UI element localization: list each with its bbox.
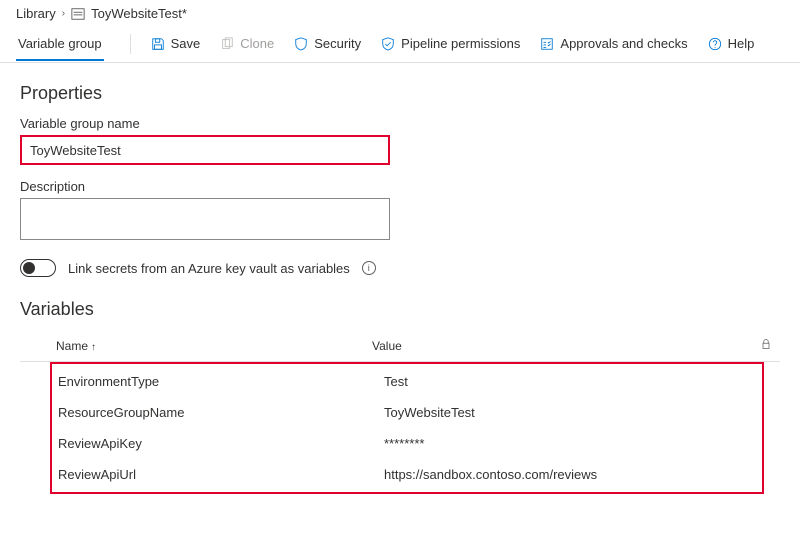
variable-group-icon <box>71 7 85 21</box>
info-icon[interactable]: i <box>362 261 376 275</box>
link-keyvault-label: Link secrets from an Azure key vault as … <box>68 261 350 276</box>
breadcrumb-current: ToyWebsiteTest* <box>91 6 187 21</box>
lock-icon <box>760 338 772 350</box>
var-name: ReviewApiUrl <box>58 467 384 482</box>
name-column-header[interactable]: Name↑ <box>42 339 372 353</box>
variables-heading: Variables <box>20 299 780 320</box>
var-name: ReviewApiKey <box>58 436 384 451</box>
var-value: https://sandbox.contoso.com/reviews <box>384 467 756 482</box>
chevron-right-icon: › <box>62 8 65 19</box>
permissions-label: Pipeline permissions <box>401 36 520 51</box>
variables-table: Name↑ Value EnvironmentType Test Resourc… <box>20 332 780 494</box>
description-input[interactable] <box>20 198 390 240</box>
clone-button: Clone <box>210 30 284 57</box>
save-icon <box>151 37 165 51</box>
name-header-label: Name <box>56 339 88 353</box>
approvals-label: Approvals and checks <box>560 36 687 51</box>
var-value: ToyWebsiteTest <box>384 405 756 420</box>
pipeline-permissions-button[interactable]: Pipeline permissions <box>371 30 530 57</box>
security-button[interactable]: Security <box>284 30 371 57</box>
tab-variable-group[interactable]: Variable group <box>16 26 104 61</box>
security-label: Security <box>314 36 361 51</box>
save-label: Save <box>171 36 201 51</box>
description-label: Description <box>20 179 780 194</box>
breadcrumb: Library › ToyWebsiteTest* <box>0 0 800 23</box>
variables-header: Name↑ Value <box>20 332 780 362</box>
clone-label: Clone <box>240 36 274 51</box>
table-row[interactable]: ReviewApiKey ******** <box>52 428 762 459</box>
approvals-button[interactable]: Approvals and checks <box>530 30 697 57</box>
breadcrumb-library[interactable]: Library <box>16 6 56 21</box>
shield-icon <box>294 37 308 51</box>
help-icon <box>708 37 722 51</box>
vg-name-label: Variable group name <box>20 116 780 131</box>
vg-name-input[interactable] <box>20 135 390 165</box>
var-value: Test <box>384 374 756 389</box>
help-button[interactable]: Help <box>698 30 765 57</box>
link-keyvault-toggle[interactable] <box>20 259 56 277</box>
clone-icon <box>220 37 234 51</box>
properties-heading: Properties <box>20 83 780 104</box>
checklist-icon <box>540 37 554 51</box>
table-row[interactable]: EnvironmentType Test <box>52 366 762 397</box>
help-label: Help <box>728 36 755 51</box>
content: Properties Variable group name Descripti… <box>0 63 800 508</box>
value-column-header[interactable]: Value <box>372 339 750 353</box>
table-row[interactable]: ReviewApiUrl https://sandbox.contoso.com… <box>52 459 762 490</box>
var-value: ******** <box>384 436 756 451</box>
toolbar: Variable group Save Clone Security Pipel… <box>0 23 800 63</box>
var-name: EnvironmentType <box>58 374 384 389</box>
table-row[interactable]: ResourceGroupName ToyWebsiteTest <box>52 397 762 428</box>
var-name: ResourceGroupName <box>58 405 384 420</box>
toolbar-divider <box>130 34 131 54</box>
variables-rows-highlight: EnvironmentType Test ResourceGroupName T… <box>50 362 764 494</box>
lock-column-header <box>750 338 780 353</box>
sort-asc-icon: ↑ <box>91 342 96 353</box>
save-button[interactable]: Save <box>141 30 211 57</box>
shield-check-icon <box>381 37 395 51</box>
